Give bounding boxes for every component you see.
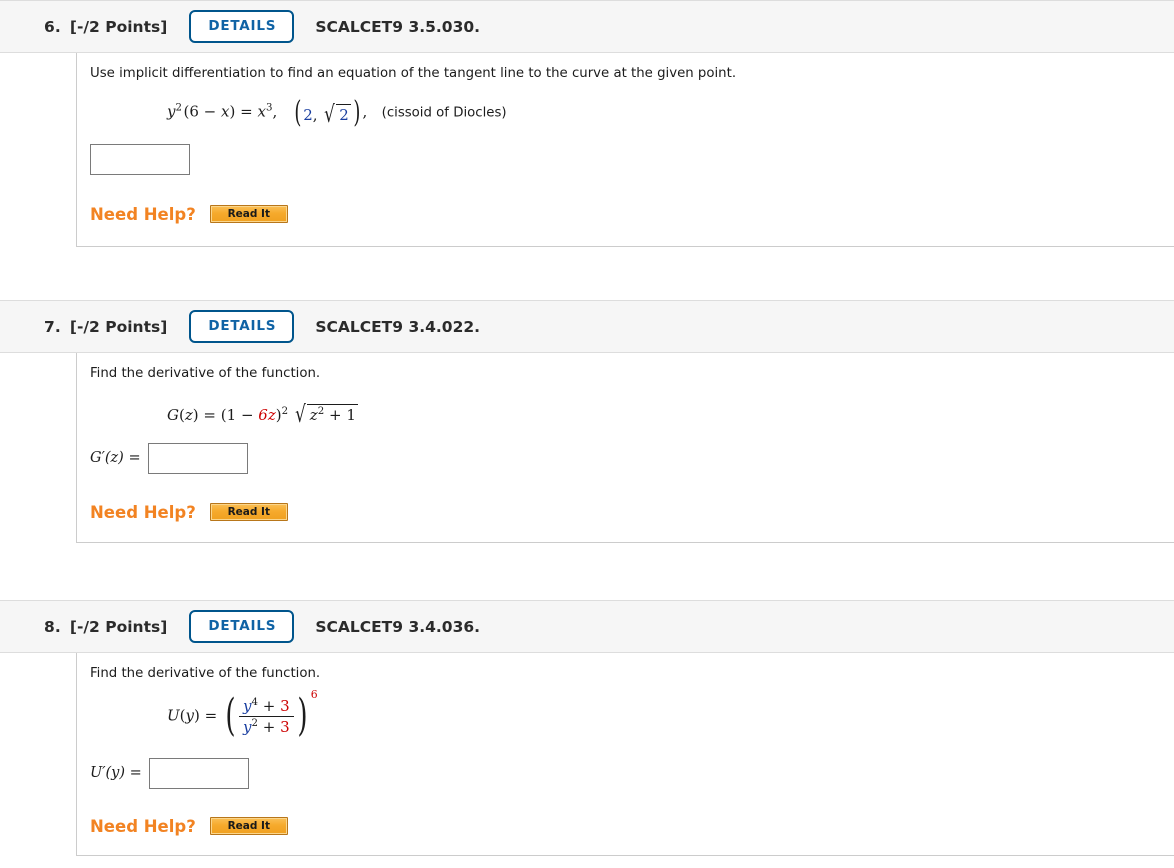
eq7-one-b: 1 [346, 405, 356, 424]
eq7-G: G [167, 405, 179, 424]
eq6-minus: − [203, 102, 217, 121]
eq8-num-three: 3 [280, 696, 290, 715]
eq8-rparen-big: ) [297, 690, 308, 741]
problem-8-code: SCALCET9 3.4.036. [315, 617, 481, 636]
eq8-outer-exp: 6 [310, 687, 318, 701]
eq6-six: 6 [189, 102, 199, 121]
eq6-note: (cissoid of Diocles) [381, 105, 507, 121]
radical-icon: √ [324, 101, 336, 129]
assignment-page: 6. [-/2 Points] DETAILS SCALCET9 3.5.030… [0, 0, 1174, 856]
problem-6-answer-input[interactable] [90, 143, 190, 175]
eq8-den-plus: + [262, 717, 276, 736]
eq7-minus: − [240, 405, 254, 424]
problem-8-points: [-/2 Points] [69, 617, 168, 636]
spacer-6-7 [0, 247, 1174, 300]
problem-8-equation: U(y) = (y4 + 3 y2 + 3) 6 [77, 683, 1174, 741]
eq6-x2: x [257, 102, 266, 121]
eq8-equals: = [204, 706, 218, 725]
problem-7-equation: G(z) = (1 − 6z)2 √ z2 + 1 [77, 383, 1174, 429]
eq7-radicand: z2 + 1 [306, 403, 358, 424]
problem-6-answer-row [77, 126, 1174, 175]
problem-8-prompt: Find the derivative of the function. [90, 666, 321, 681]
problem-8-number: 8. [44, 617, 61, 636]
problem-7-code: SCALCET9 3.4.022. [315, 317, 481, 336]
problem-8-equation-math: U(y) = (y4 + 3 y2 + 3) 6 [167, 688, 318, 741]
problem-6-code: SCALCET9 3.5.030. [315, 17, 481, 36]
eq7-sixz: 6z [258, 405, 276, 424]
problem-6-body: Use implicit differentiation to find an … [76, 53, 1174, 247]
problem-6: 6. [-/2 Points] DETAILS SCALCET9 3.5.030… [0, 0, 1174, 247]
eq8-U: U [167, 706, 180, 725]
problem-6-need-help-row: Need Help? Read It [77, 175, 1174, 224]
problem-8-need-help-row: Need Help? Read It [77, 789, 1174, 836]
problem-8-answer-input[interactable] [148, 757, 249, 789]
eq8-y1: y [185, 706, 194, 725]
eq6-sqrt2: √ 2 [322, 99, 351, 129]
problem-7-prompt: Find the derivative of the function. [90, 366, 321, 381]
problem-8: 8. [-/2 Points] DETAILS SCALCET9 3.4.036… [0, 600, 1174, 856]
problem-8-read-it-button[interactable]: Read It [209, 817, 288, 836]
problem-8-details-button[interactable]: DETAILS [189, 609, 295, 644]
problem-7-answer-input[interactable] [147, 442, 248, 474]
problem-7-points: [-/2 Points] [69, 317, 168, 336]
eq8-denominator: y2 + 3 [238, 715, 294, 736]
problem-7-need-help-row: Need Help? Read It [77, 474, 1174, 522]
problem-6-header: 6. [-/2 Points] DETAILS SCALCET9 3.5.030… [0, 0, 1174, 53]
eq6-point-two: 2 [303, 105, 313, 124]
radical-icon: √ [294, 401, 306, 429]
problem-7-answer-row: G′(z) = [77, 426, 1174, 474]
problem-6-details-button[interactable]: DETAILS [189, 9, 295, 44]
problem-7-answer-label: G′(z) = [90, 450, 141, 467]
problem-7: 7. [-/2 Points] DETAILS SCALCET9 3.4.022… [0, 300, 1174, 543]
problem-7-read-it-button[interactable]: Read It [209, 503, 288, 522]
problem-6-equation: y2 (6 − x) = x3, (2, √ 2), (cissoid of Di… [77, 83, 1174, 130]
eq6-radicand: 2 [336, 103, 351, 124]
problem-6-read-it-button[interactable]: Read It [209, 205, 288, 224]
eq8-lparen-big: ( [225, 690, 236, 741]
eq8-numerator: y4 + 3 [239, 697, 294, 716]
problem-7-body: Find the derivative of the function. G(z… [76, 353, 1174, 543]
eq6-point-lparen: ( [293, 94, 301, 130]
eq7-equals: = [203, 405, 216, 424]
problem-7-header: 7. [-/2 Points] DETAILS SCALCET9 3.4.022… [0, 300, 1174, 353]
problem-8-body: Find the derivative of the function. U(y… [76, 653, 1174, 856]
eq7-z2: z [309, 405, 318, 424]
eq7-plus: + [328, 405, 342, 424]
problem-6-number: 6. [44, 17, 61, 36]
problem-7-equation-math: G(z) = (1 − 6z)2 √ z2 + 1 [167, 399, 358, 429]
problem-7-number: 7. [44, 317, 61, 336]
problem-6-need-help-label: Need Help? [90, 204, 196, 224]
eq6-point-rparen: ) [353, 94, 361, 130]
problem-8-need-help-label: Need Help? [90, 816, 196, 836]
spacer-7-8 [0, 543, 1174, 600]
problem-8-answer-row: U′(y) = [77, 736, 1174, 789]
problem-7-need-help-label: Need Help? [90, 502, 196, 522]
eq7-z1: z [184, 405, 193, 424]
problem-8-answer-label: U′(y) = [90, 765, 142, 782]
problem-7-details-button[interactable]: DETAILS [189, 309, 295, 344]
problem-6-points: [-/2 Points] [69, 17, 168, 36]
problem-6-equation-math: y2 (6 − x) = x3, (2, √ 2), (cissoid of Di… [167, 94, 507, 130]
eq7-one: 1 [226, 405, 237, 424]
eq7-sqrt: √ z2 + 1 [293, 399, 358, 429]
eq8-den-three: 3 [280, 717, 290, 736]
eq8-num-plus: + [262, 696, 276, 715]
problem-8-header: 8. [-/2 Points] DETAILS SCALCET9 3.4.036… [0, 600, 1174, 653]
eq8-fraction: y4 + 3 y2 + 3 [238, 697, 294, 736]
eq6-equals: = [240, 102, 253, 121]
problem-6-prompt: Use implicit differentiation to find an … [90, 66, 737, 81]
